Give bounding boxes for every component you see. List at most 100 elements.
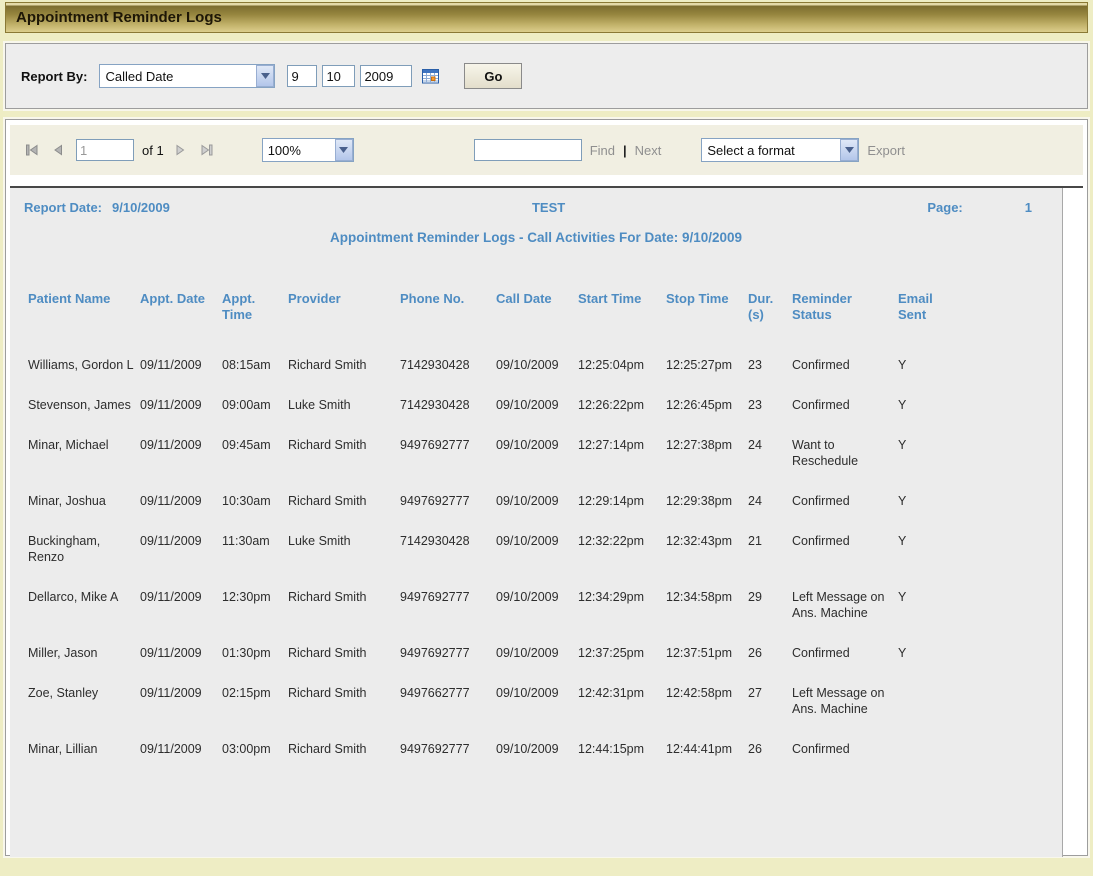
table-cell: 12:27:38pm bbox=[666, 438, 733, 452]
table-cell: Y bbox=[898, 534, 907, 548]
table-cell: 08:15am bbox=[222, 358, 271, 372]
table-cell: 09/10/2009 bbox=[496, 438, 559, 452]
report-date-value: 9/10/2009 bbox=[112, 200, 170, 215]
year-field[interactable] bbox=[360, 65, 413, 87]
table-cell: 12:30pm bbox=[222, 590, 271, 604]
first-page-button[interactable] bbox=[24, 142, 40, 158]
report-table-head: Patient Name Appt. Date Appt. Time Provider… bbox=[28, 291, 953, 357]
table-cell: 09/10/2009 bbox=[496, 358, 559, 372]
table-cell: Zoe, Stanley bbox=[28, 686, 99, 700]
table-cell: 9497662777 bbox=[400, 686, 470, 700]
report-page: Report Date: 9/10/2009 TEST Page: 1 Appo… bbox=[10, 188, 1063, 857]
calendar-icon bbox=[422, 68, 440, 87]
table-cell: 10:30am bbox=[222, 494, 271, 508]
page-title: Appointment Reminder Logs bbox=[16, 9, 222, 26]
table-cell: Minar, Michael bbox=[28, 438, 109, 452]
table-cell: 09/11/2009 bbox=[140, 590, 202, 604]
last-page-button[interactable] bbox=[198, 142, 214, 158]
table-cell: 12:26:22pm bbox=[578, 398, 645, 412]
table-cell: 09/10/2009 bbox=[496, 646, 559, 660]
table-cell: Y bbox=[898, 398, 907, 412]
table-row: Zoe, Stanley 09/11/2009 02:15pm Richard Smi… bbox=[28, 685, 953, 741]
table-cell: Confirmed bbox=[792, 494, 850, 508]
table-cell: 23 bbox=[748, 398, 762, 412]
table-cell: 12:42:58pm bbox=[666, 686, 733, 700]
column-header: Call Date bbox=[496, 291, 552, 306]
report-viewer-toolbar: of 1 100% Find | Next Select a format bbox=[10, 125, 1083, 175]
table-cell: Confirmed bbox=[792, 646, 850, 660]
find-text-input[interactable] bbox=[473, 139, 582, 161]
table-cell: Y bbox=[898, 646, 907, 660]
report-by-selected-value: Called Date bbox=[105, 68, 174, 84]
last-page-icon bbox=[198, 144, 214, 161]
table-cell: Stevenson, James bbox=[28, 398, 131, 412]
table-cell: 9497692777 bbox=[400, 438, 470, 452]
table-cell bbox=[898, 741, 953, 781]
zoom-select[interactable]: 100% bbox=[261, 138, 354, 162]
first-page-icon bbox=[24, 144, 40, 161]
table-cell: 09/11/2009 bbox=[140, 534, 202, 548]
table-cell: 12:27:14pm bbox=[578, 438, 645, 452]
table-cell: Left Message on Ans. Machine bbox=[792, 686, 885, 716]
report-date-label: Report Date: bbox=[24, 200, 103, 215]
table-cell: 09/10/2009 bbox=[496, 494, 559, 508]
table-cell: 29 bbox=[748, 590, 762, 604]
table-cell: 09/11/2009 bbox=[140, 398, 202, 412]
table-cell: Y bbox=[898, 494, 907, 508]
table-cell: 26 bbox=[748, 742, 762, 756]
table-cell: 12:37:25pm bbox=[578, 646, 645, 660]
export-link[interactable]: Export bbox=[867, 143, 905, 158]
table-cell: 12:34:58pm bbox=[666, 590, 733, 604]
table-cell: 12:34:29pm bbox=[578, 590, 645, 604]
table-row: Minar, Lillian 09/11/2009 03:00pm Richard S… bbox=[28, 741, 953, 781]
table-cell: 12:44:15pm bbox=[578, 742, 645, 756]
previous-page-button[interactable] bbox=[50, 142, 66, 158]
next-page-button[interactable] bbox=[172, 142, 188, 158]
column-header: Provider bbox=[288, 291, 341, 306]
table-row: Dellarco, Mike A 09/11/2009 12:30pm Richard… bbox=[28, 589, 953, 645]
go-button[interactable]: Go bbox=[464, 63, 523, 89]
table-row: Miller, Jason 09/11/2009 01:30pm Richard Sm… bbox=[28, 645, 953, 685]
calendar-button[interactable] bbox=[422, 68, 440, 87]
chevron-down-icon bbox=[840, 139, 859, 161]
table-cell: Richard Smith bbox=[288, 358, 367, 372]
month-field[interactable] bbox=[287, 65, 318, 87]
table-cell: 12:25:27pm bbox=[666, 358, 733, 372]
next-link[interactable]: Next bbox=[635, 143, 662, 158]
table-cell: 09/10/2009 bbox=[496, 590, 559, 604]
table-cell: 9497692777 bbox=[400, 646, 470, 660]
column-header: Phone No. bbox=[400, 291, 465, 306]
table-cell: 27 bbox=[748, 686, 762, 700]
format-selected-value: Select a format bbox=[707, 142, 795, 158]
report-by-select[interactable]: Called Date bbox=[99, 64, 276, 88]
export-format-select[interactable]: Select a format bbox=[701, 138, 860, 162]
table-cell bbox=[898, 685, 953, 741]
table-cell: 09/11/2009 bbox=[140, 646, 202, 660]
table-cell: Richard Smith bbox=[288, 494, 367, 508]
table-cell: 9497692777 bbox=[400, 590, 470, 604]
table-cell: 09/10/2009 bbox=[496, 398, 559, 412]
table-cell: 7142930428 bbox=[400, 534, 470, 548]
report-subtitle: Appointment Reminder Logs - Call Activit… bbox=[329, 230, 743, 245]
table-row: Stevenson, James 09/11/2009 09:00am Luke Sm… bbox=[28, 397, 953, 437]
table-cell: 9497692777 bbox=[400, 742, 470, 756]
table-cell: 09/11/2009 bbox=[140, 358, 202, 372]
current-page-input[interactable] bbox=[76, 139, 134, 161]
table-cell: 09/11/2009 bbox=[140, 686, 202, 700]
report-page-number: 1 bbox=[1024, 200, 1032, 215]
table-cell: 12:44:41pm bbox=[666, 742, 733, 756]
table-cell: Left Message on Ans. Machine bbox=[792, 590, 885, 620]
column-header: Email Sent bbox=[898, 291, 933, 322]
day-field[interactable] bbox=[322, 65, 356, 87]
report-header-line: Report Date: 9/10/2009 TEST Page: 1 bbox=[10, 200, 1062, 215]
table-cell: 03:00pm bbox=[222, 742, 271, 756]
report-viewer-panel: of 1 100% Find | Next Select a format bbox=[5, 119, 1088, 857]
table-cell: Dellarco, Mike A bbox=[28, 590, 119, 604]
table-cell: Luke Smith bbox=[288, 398, 351, 412]
table-cell: 23 bbox=[748, 358, 762, 372]
table-row: Williams, Gordon L 09/11/2009 08:15am Richa… bbox=[28, 357, 953, 397]
find-link[interactable]: Find bbox=[590, 143, 615, 158]
table-cell: Richard Smith bbox=[288, 590, 367, 604]
table-row: Buckingham, Renzo 09/11/2009 11:30am Luke S… bbox=[28, 533, 953, 589]
zoom-selected-value: 100% bbox=[267, 142, 301, 158]
